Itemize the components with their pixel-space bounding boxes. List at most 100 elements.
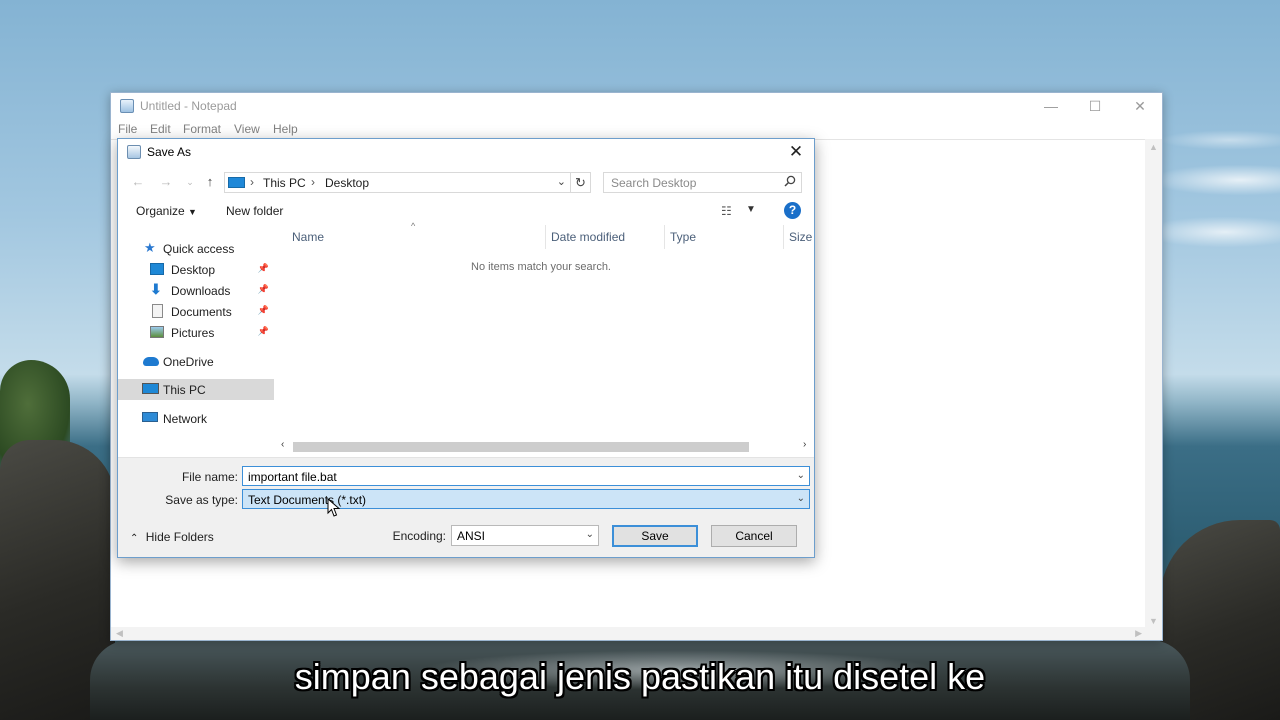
navigation-bar: ← → ⌄ ↑ › This PC › Desktop ⌄ ↻ Search D… — [118, 167, 814, 197]
save-as-dialog: Save As ✕ ← → ⌄ ↑ › This PC › Desktop ⌄ … — [117, 138, 815, 558]
scroll-left-icon[interactable]: ◀ — [116, 628, 123, 639]
caret-down-icon: ▼ — [188, 207, 197, 217]
network-icon — [142, 412, 158, 422]
recent-locations-icon[interactable]: ⌄ — [180, 173, 200, 191]
address-bar[interactable]: › This PC › Desktop ⌄ — [224, 172, 571, 193]
pin-icon[interactable]: 📌 — [258, 326, 269, 337]
new-folder-button[interactable]: New folder — [226, 204, 283, 218]
column-divider[interactable] — [545, 225, 546, 249]
video-subtitle: simpan sebagai jenis pastikan itu disete… — [294, 656, 986, 697]
sidebar-item-label: This PC — [163, 383, 206, 397]
column-header-name[interactable]: Name — [292, 230, 324, 250]
sidebar-item-label: Documents — [171, 305, 232, 319]
menu-format[interactable]: Format — [183, 122, 221, 136]
dialog-title: Save As — [147, 145, 192, 159]
save-button[interactable]: Save — [612, 525, 698, 547]
navigation-pane: ★ Quick access Desktop 📌 ⬇ Downloads 📌 D… — [118, 225, 274, 457]
sidebar-item-onedrive[interactable]: OneDrive — [118, 351, 274, 372]
sidebar-item-pictures[interactable]: Pictures 📌 — [118, 322, 274, 343]
organize-label: Organize — [136, 204, 185, 218]
breadcrumb-this-pc[interactable]: This PC — [263, 176, 306, 190]
sidebar-item-label: Network — [163, 412, 208, 426]
chevron-down-icon[interactable]: ⌄ — [586, 529, 594, 540]
empty-message: No items match your search. — [471, 261, 611, 273]
notepad-icon — [120, 99, 134, 113]
column-divider[interactable] — [783, 225, 784, 249]
chevron-right-icon: › — [311, 175, 315, 189]
chevron-right-icon: › — [250, 175, 254, 189]
cancel-button[interactable]: Cancel — [711, 525, 797, 547]
chevron-left-icon[interactable]: ‹ — [281, 439, 284, 450]
mouse-cursor-icon — [327, 497, 341, 521]
menu-edit[interactable]: Edit — [150, 122, 171, 136]
search-input[interactable]: Search Desktop — [603, 172, 802, 193]
hide-folders-button[interactable]: ⌃ Hide Folders — [130, 530, 214, 544]
chevron-down-icon[interactable]: ⌄ — [557, 175, 566, 188]
sidebar-item-documents[interactable]: Documents 📌 — [118, 301, 274, 322]
close-icon[interactable]: ✕ — [784, 141, 808, 163]
pin-icon[interactable]: 📌 — [258, 305, 269, 316]
help-icon[interactable]: ? — [784, 202, 801, 219]
sidebar-item-label: Pictures — [171, 326, 215, 340]
download-icon: ⬇ — [150, 281, 162, 297]
menu-help[interactable]: Help — [273, 122, 298, 136]
command-bar: Organize ▼ New folder ☷ ▼ ? — [118, 198, 814, 224]
scroll-right-icon[interactable]: ▶ — [1135, 628, 1142, 639]
file-name-field[interactable]: important file.bat ⌄ — [242, 466, 810, 486]
back-arrow-icon[interactable]: ← — [128, 173, 148, 191]
menu-file[interactable]: File — [118, 122, 137, 136]
notepad-title: Untitled - Notepad — [140, 99, 237, 113]
cloud-icon — [143, 357, 159, 366]
column-header-date-modified[interactable]: Date modified — [551, 230, 625, 250]
notepad-titlebar[interactable]: Untitled - Notepad — ☐ ✕ — [111, 93, 1162, 119]
sidebar-item-this-pc[interactable]: This PC — [118, 379, 274, 400]
scrollbar-thumb[interactable] — [293, 442, 749, 452]
notepad-vertical-scrollbar[interactable]: ▲ ▼ — [1145, 139, 1162, 629]
sidebar-item-quick-access[interactable]: ★ Quick access — [118, 238, 274, 259]
sidebar-item-label: OneDrive — [163, 355, 214, 369]
file-name-label: File name: — [181, 470, 238, 484]
file-list-pane[interactable]: ^ Name Date modified Type Size No items … — [275, 221, 813, 457]
dialog-footer: File name: important file.bat ⌄ Save as … — [118, 457, 814, 557]
search-icon[interactable] — [784, 175, 796, 190]
menu-view[interactable]: View — [234, 122, 260, 136]
chevron-down-icon[interactable]: ⌄ — [797, 470, 805, 481]
sidebar-item-desktop[interactable]: Desktop 📌 — [118, 259, 274, 280]
encoding-label: Encoding: — [392, 529, 446, 543]
hide-folders-label: Hide Folders — [145, 530, 214, 544]
chevron-down-icon[interactable]: ⌄ — [797, 493, 805, 504]
chevron-right-icon[interactable]: › — [803, 439, 806, 450]
file-list-horizontal-scrollbar[interactable]: ‹ › — [275, 438, 813, 455]
sidebar-item-network[interactable]: Network — [118, 408, 274, 429]
pictures-icon — [150, 326, 164, 338]
notepad-horizontal-scrollbar[interactable]: ◀ ▶ — [111, 627, 1162, 640]
organize-button[interactable]: Organize ▼ — [136, 204, 197, 218]
encoding-select[interactable]: ANSI ⌄ — [451, 525, 599, 546]
star-icon: ★ — [144, 240, 156, 255]
scroll-up-icon[interactable]: ▲ — [1149, 142, 1158, 152]
sidebar-item-label: Desktop — [171, 263, 216, 277]
column-header-size[interactable]: Size — [789, 230, 812, 250]
breadcrumb-desktop[interactable]: Desktop — [325, 176, 369, 190]
pin-icon[interactable]: 📌 — [258, 263, 269, 274]
maximize-icon[interactable]: ☐ — [1078, 96, 1112, 116]
pin-icon[interactable]: 📌 — [258, 284, 269, 295]
column-divider[interactable] — [664, 225, 665, 249]
caret-down-icon[interactable]: ▼ — [746, 204, 756, 215]
sidebar-item-label: Quick access — [163, 242, 235, 256]
refresh-icon[interactable]: ↻ — [570, 172, 591, 193]
close-icon[interactable]: ✕ — [1123, 96, 1157, 116]
computer-icon — [142, 383, 159, 394]
scroll-down-icon[interactable]: ▼ — [1149, 616, 1158, 626]
forward-arrow-icon[interactable]: → — [156, 173, 176, 191]
sort-caret-icon: ^ — [411, 221, 416, 231]
encoding-value: ANSI — [457, 529, 486, 543]
documents-icon — [152, 304, 163, 318]
column-header-type[interactable]: Type — [670, 230, 696, 250]
view-options-icon[interactable]: ☷ — [721, 204, 732, 218]
dialog-titlebar[interactable]: Save As ✕ — [118, 139, 814, 166]
sidebar-item-downloads[interactable]: ⬇ Downloads 📌 — [118, 280, 274, 301]
up-arrow-icon[interactable]: ↑ — [200, 173, 220, 191]
sidebar-item-label: Downloads — [171, 284, 231, 298]
minimize-icon[interactable]: — — [1034, 96, 1068, 116]
